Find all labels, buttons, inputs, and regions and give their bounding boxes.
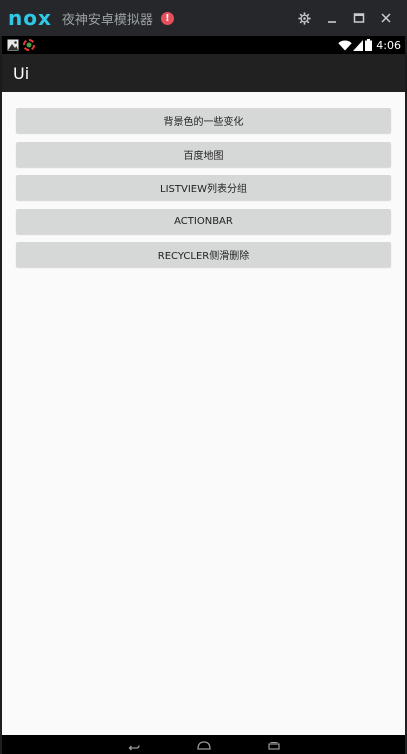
- minimize-icon[interactable]: [318, 5, 345, 32]
- baidu-map-button[interactable]: 百度地图: [16, 142, 391, 167]
- emulator-titlebar: nox 夜神安卓模拟器 !: [0, 0, 407, 36]
- maximize-icon[interactable]: [345, 5, 372, 32]
- gallery-notification-icon: [7, 39, 19, 51]
- page-title: Ui: [13, 64, 30, 83]
- maximize-icon-graphic: [353, 13, 364, 23]
- signal-icon: [353, 39, 364, 51]
- action-bar: Ui: [2, 54, 405, 92]
- listview-group-button[interactable]: LISTVIEW列表分组: [16, 175, 391, 200]
- alert-icon[interactable]: !: [160, 11, 174, 25]
- app-notification-icon: [23, 39, 35, 51]
- nox-logo: nox: [8, 6, 52, 30]
- emulator-title: 夜神安卓模拟器: [61, 12, 153, 28]
- status-right: 4:06: [338, 36, 401, 54]
- close-icon[interactable]: [372, 5, 399, 32]
- navigation-bar: [2, 735, 405, 754]
- back-icon[interactable]: [126, 737, 142, 751]
- actionbar-button[interactable]: ACTIONBAR: [16, 209, 391, 234]
- recycler-swipe-delete-button[interactable]: RECYCLER侧滑删除: [16, 242, 391, 267]
- window-controls: [291, 0, 399, 36]
- minimize-icon-graphic: [327, 21, 336, 23]
- main-content: 背景色的一些变化 百度地图 LISTVIEW列表分组 ACTIONBAR REC…: [2, 92, 405, 735]
- status-bar: 4:06: [2, 36, 405, 54]
- gear-icon[interactable]: [291, 5, 318, 32]
- background-color-button[interactable]: 背景色的一些变化: [16, 108, 391, 133]
- gear-icon-graphic: [298, 11, 311, 25]
- android-screen: 4:06 Ui 背景色的一些变化 百度地图 LISTVIEW列表分组 ACTIO…: [2, 36, 405, 754]
- close-icon-graphic: [380, 13, 391, 23]
- status-time: 4:06: [376, 38, 401, 52]
- wifi-icon: [338, 39, 352, 50]
- battery-icon: [365, 39, 373, 51]
- recents-icon[interactable]: [266, 737, 282, 751]
- home-icon[interactable]: [196, 737, 212, 751]
